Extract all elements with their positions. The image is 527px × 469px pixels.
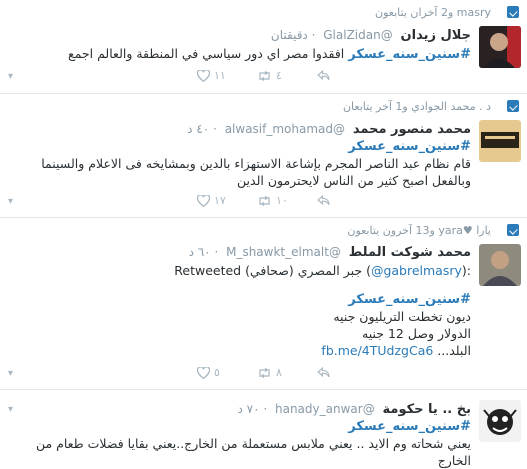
tweet-context: د . محمد الجوادي و1 آخر يتابعان [342, 100, 491, 113]
author-handle[interactable]: @alwasif_mohamad [225, 122, 345, 136]
tweet-header: محمد منصور محمد @alwasif_mohamad · ٤٠ د [187, 122, 471, 137]
like-count: ١١ [214, 69, 226, 82]
like-count: ١٧ [214, 194, 226, 207]
tweet-line-with-link: البلد... fb.me/4TUdzgCa6 [6, 342, 471, 359]
hashtag-link[interactable]: #سنين_سنه_عسكر [6, 138, 471, 155]
retweet-count: ٤ [276, 69, 282, 82]
reply-button[interactable] [317, 367, 377, 378]
tweet-actions: ١٧ ١٠ [197, 194, 377, 207]
tweet-actions: ١١ ٤ [197, 69, 377, 82]
hashtag-link[interactable]: #سنين_سنه_عسكر [6, 418, 471, 435]
author-name[interactable]: بخ .. يا حكومة [383, 402, 471, 417]
follow-context-icon [507, 6, 519, 18]
tweet[interactable]: د . محمد الجوادي و1 آخر يتابعان محمد منص… [0, 94, 527, 218]
heart-icon [197, 69, 210, 82]
tweet-time[interactable]: · دقيقتان [271, 28, 316, 42]
like-count: ٥ [214, 366, 220, 379]
avatar[interactable] [479, 26, 521, 68]
tweet-line: الدولار وصل 12 جنيه [362, 326, 471, 341]
avatar-image [479, 400, 521, 442]
tweet-text: #سنين_سنه_عسكر قام نظام عبد الناصر المجر… [6, 138, 471, 189]
tweet-line: ديون تخطت التريليون جنيه [333, 309, 471, 324]
retweet-button[interactable]: ١٠ [257, 194, 317, 207]
reply-icon [317, 195, 330, 206]
like-button[interactable]: ١١ [197, 69, 257, 82]
tweet[interactable]: بخ .. يا حكومة @hanady_anwar · ٧٠ د ▾ #س… [0, 390, 527, 469]
tweet-text: #سنين_سنه_عسكر افقدوا مصر اي دور سياسي ف… [31, 45, 471, 63]
avatar[interactable] [479, 120, 521, 162]
reply-icon [317, 70, 330, 81]
retweet-button[interactable]: ٤ [257, 69, 317, 82]
retweeted-suffix: ): [461, 263, 471, 278]
tweet-text: #سنين_سنه_عسكر يعني شحاته وم الايد .. يع… [6, 418, 471, 469]
more-options-icon[interactable]: ▾ [8, 368, 13, 379]
more-options-icon[interactable]: ▾ [8, 404, 13, 415]
retweet-icon [259, 195, 270, 206]
follow-context-icon [507, 100, 519, 112]
tweet[interactable]: يارا ♥yara و13 آخرون يتابعون محمد شوكت ا… [0, 218, 527, 390]
retweet-count: ٨ [276, 366, 282, 379]
retweet-count: ١٠ [276, 194, 288, 207]
avatar[interactable] [479, 400, 521, 442]
tweet-time[interactable]: · ٤٠ د [187, 122, 217, 136]
tweet-context: masry و2 آخران يتابعون [375, 6, 491, 19]
author-handle[interactable]: @hanady_anwar [275, 402, 375, 416]
tweet-time[interactable]: · ٧٠ د [237, 402, 267, 416]
more-options-icon[interactable]: ▾ [8, 71, 13, 82]
retweeted-handle-link[interactable]: @gabrelmasry [371, 263, 462, 278]
follow-context-icon [507, 224, 519, 236]
retweeted-line: Retweeted جبر المصري (صحافي) (@gabrelmas… [6, 262, 471, 279]
retweet-icon [259, 367, 270, 378]
heart-icon [197, 194, 210, 207]
author-name[interactable]: جلال زيدان [401, 28, 471, 43]
more-options-icon[interactable]: ▾ [8, 196, 13, 207]
tweet-line: البلد... [437, 343, 471, 358]
author-handle[interactable]: @GlalZidan [323, 28, 392, 42]
reply-icon [317, 367, 330, 378]
tweet-text: Retweeted جبر المصري (صحافي) (@gabrelmas… [6, 262, 471, 359]
tweet-body: يعني شحاته وم الايد .. يعني ملابس مستعمل… [35, 436, 471, 468]
tweet-context: يارا ♥yara و13 آخرون يتابعون [347, 224, 491, 237]
tweet-body: قام نظام عبد الناصر المجرم بإشاعة الاسته… [41, 156, 471, 188]
hashtag-link[interactable]: #سنين_سنه_عسكر [348, 47, 471, 62]
tweet-header: بخ .. يا حكومة @hanady_anwar · ٧٠ د [237, 402, 471, 417]
author-handle[interactable]: @M_shawkt_elmalt [226, 245, 341, 259]
hashtag-link[interactable]: #سنين_سنه_عسكر [6, 291, 471, 308]
tweet-actions: ٥ ٨ [197, 366, 377, 379]
author-name[interactable]: محمد منصور محمد [353, 122, 471, 137]
reply-button[interactable] [317, 195, 377, 206]
author-name[interactable]: محمد شوكت الملط [349, 245, 471, 260]
like-button[interactable]: ١٧ [197, 194, 257, 207]
reply-button[interactable] [317, 70, 377, 81]
like-button[interactable]: ٥ [197, 366, 257, 379]
heart-icon [197, 366, 210, 379]
tweet-header: جلال زيدان @GlalZidan · دقيقتان [271, 28, 471, 43]
tweet-time[interactable]: · ٦٠ د [189, 245, 219, 259]
tweet-body: افقدوا مصر اي دور سياسي في المنطقة والعا… [68, 46, 345, 61]
avatar-image [479, 120, 521, 162]
retweet-button[interactable]: ٨ [257, 366, 317, 379]
tweet-header: محمد شوكت الملط @M_shawkt_elmalt · ٦٠ د [189, 245, 471, 260]
avatar-image [479, 244, 521, 286]
avatar-image [479, 26, 521, 68]
retweet-icon [259, 70, 270, 81]
avatar[interactable] [479, 244, 521, 286]
timeline: masry و2 آخران يتابعون جلال زيدان @GlalZ… [0, 0, 527, 469]
retweeted-prefix: Retweeted جبر المصري (صحافي) ( [174, 263, 371, 278]
tweet[interactable]: masry و2 آخران يتابعون جلال زيدان @GlalZ… [0, 0, 527, 94]
external-link[interactable]: fb.me/4TUdzgCa6 [321, 343, 433, 358]
